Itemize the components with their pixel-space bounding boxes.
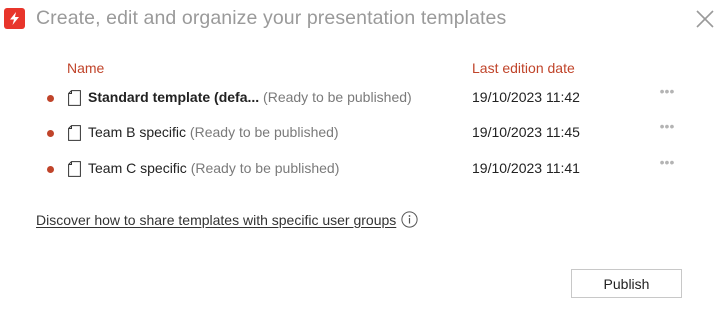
template-name-cell[interactable]: Standard template (defa... (Ready to be … [88,89,412,105]
template-date: 19/10/2023 11:42 [472,89,580,105]
app-logo-icon [4,8,25,29]
dialog-title: Create, edit and organize your presentat… [36,7,507,29]
more-options-icon[interactable]: ••• [656,84,678,100]
share-templates-help-link[interactable]: Discover how to share templates with spe… [36,212,396,228]
document-icon [68,90,81,106]
column-header-last-edition-date[interactable]: Last edition date [472,60,575,76]
template-name: Team C specific [88,160,187,176]
help-line: Discover how to share templates with spe… [36,211,418,228]
template-row[interactable]: Standard template (defa... (Ready to be … [0,84,721,115]
status-dot [47,95,54,102]
lightning-icon [10,12,19,25]
template-date: 19/10/2023 11:45 [472,124,580,140]
template-row[interactable]: Team C specific (Ready to be published) … [0,155,721,186]
publish-button[interactable]: Publish [571,269,682,298]
template-name: Standard template (defa... [88,89,260,105]
more-options-icon[interactable]: ••• [656,119,678,135]
document-icon [68,161,81,177]
template-date: 19/10/2023 11:41 [472,160,580,176]
status-dot [47,130,54,137]
template-status: (Ready to be published) [259,89,412,105]
status-dot [47,166,54,173]
template-status: (Ready to be published) [186,124,339,140]
close-icon[interactable] [694,8,716,30]
more-options-icon[interactable]: ••• [656,155,678,171]
template-name: Team B specific [88,124,187,140]
info-icon[interactable] [401,211,418,228]
template-status: (Ready to be published) [186,160,340,176]
column-header-name[interactable]: Name [67,60,104,76]
document-icon [68,125,81,141]
template-name-cell[interactable]: Team B specific (Ready to be published) [88,124,339,140]
template-row[interactable]: Team B specific (Ready to be published) … [0,119,721,150]
template-name-cell[interactable]: Team C specific (Ready to be published) [88,160,339,176]
template-manager-dialog: Create, edit and organize your presentat… [0,0,721,317]
